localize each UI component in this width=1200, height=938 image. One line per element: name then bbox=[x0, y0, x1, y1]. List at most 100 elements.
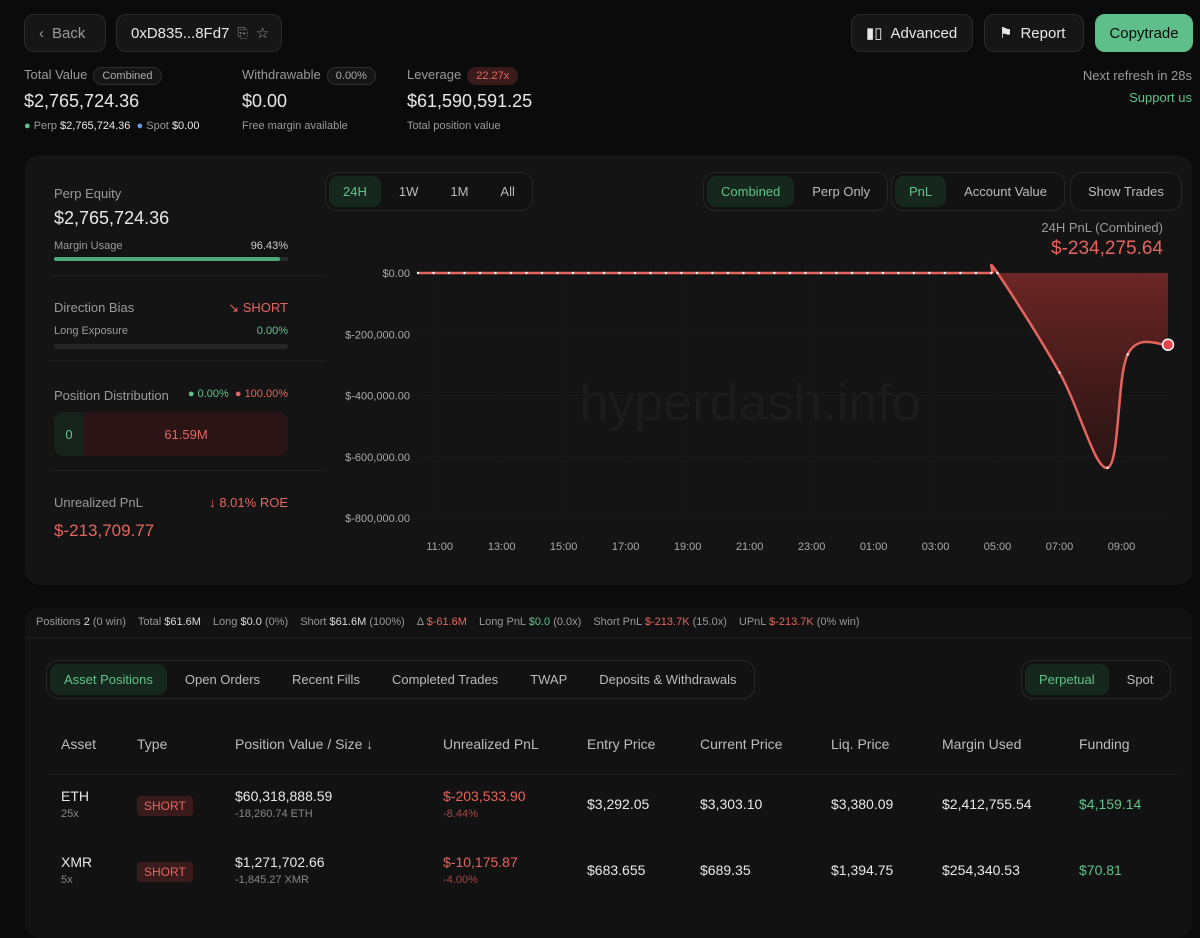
market-tabs: Perpetual Spot bbox=[1021, 660, 1172, 699]
asset-name[interactable]: XMR bbox=[61, 854, 92, 870]
data-point bbox=[912, 271, 916, 275]
positions-sub: (0 win) bbox=[92, 616, 126, 628]
long-pnl-label: Long PnL bbox=[478, 616, 526, 628]
x-tick-label: 07:00 bbox=[1046, 541, 1074, 553]
data-point bbox=[525, 271, 528, 275]
data-point bbox=[990, 271, 993, 275]
data-point bbox=[680, 271, 683, 275]
data-point bbox=[866, 271, 869, 275]
data-point bbox=[602, 271, 606, 275]
data-point bbox=[1126, 353, 1129, 356]
data-point bbox=[757, 271, 761, 275]
tab-open-orders[interactable]: Open Orders bbox=[171, 664, 274, 695]
data-point bbox=[618, 271, 621, 275]
data-point bbox=[416, 271, 420, 275]
short-pnl-sub: (15.0x) bbox=[692, 616, 727, 628]
y-tick-label: $-800,000.00 bbox=[345, 513, 410, 525]
data-point bbox=[463, 271, 466, 275]
positions-count: 2 bbox=[83, 616, 90, 628]
current-value: $689.35 bbox=[700, 862, 751, 878]
column-header[interactable]: Entry Price bbox=[587, 736, 655, 752]
column-header[interactable]: Position Value / Size ↓ bbox=[235, 736, 373, 752]
data-point bbox=[478, 271, 482, 275]
x-tick-label: 01:00 bbox=[860, 541, 888, 553]
data-point bbox=[494, 271, 497, 275]
data-point bbox=[897, 271, 900, 275]
delta-value: $-61.6M bbox=[426, 616, 467, 628]
data-point bbox=[819, 271, 823, 275]
data-point bbox=[850, 271, 854, 275]
asset-leverage: 5x bbox=[61, 874, 73, 886]
asset-name[interactable]: ETH bbox=[61, 788, 89, 804]
data-point bbox=[649, 271, 652, 275]
x-tick-label: 17:00 bbox=[612, 541, 640, 553]
data-point bbox=[742, 271, 745, 275]
data-point bbox=[556, 271, 559, 275]
data-point bbox=[974, 271, 978, 275]
tab-spot[interactable]: Spot bbox=[1113, 664, 1168, 695]
short-label: Short bbox=[300, 616, 327, 628]
current-value: $3,303.10 bbox=[700, 796, 763, 812]
data-point bbox=[695, 271, 699, 275]
liq-value: $3,380.09 bbox=[831, 796, 894, 812]
data-point bbox=[540, 271, 544, 275]
asset-leverage: 25x bbox=[61, 808, 79, 820]
short-sub: (100%) bbox=[369, 616, 405, 628]
column-header[interactable]: Liq. Price bbox=[831, 736, 889, 752]
entry-value: $683.655 bbox=[587, 862, 646, 878]
column-header[interactable]: Asset bbox=[61, 736, 96, 752]
tab-completed-trades[interactable]: Completed Trades bbox=[378, 664, 512, 695]
x-tick-label: 19:00 bbox=[674, 541, 702, 553]
data-point bbox=[835, 271, 838, 275]
unrealized-pnl: $-203,533.90 bbox=[443, 788, 526, 804]
long-pnl-sub: (0.0x) bbox=[553, 616, 582, 628]
data-point bbox=[1058, 371, 1061, 374]
pnl-chart: hyperdash.info$0.00$-200,000.00$-400,000… bbox=[345, 263, 1175, 553]
margin-value: $2,412,755.54 bbox=[942, 796, 1032, 812]
data-point bbox=[587, 271, 590, 275]
x-tick-label: 03:00 bbox=[922, 541, 950, 553]
unrealized-pnl-pct: -4.00% bbox=[443, 874, 478, 886]
tab-twap[interactable]: TWAP bbox=[516, 664, 581, 695]
x-tick-label: 05:00 bbox=[984, 541, 1012, 553]
position-type-badge: SHORT bbox=[137, 796, 193, 816]
upnl-stat-value: $-213.7K bbox=[769, 616, 814, 628]
long-sub: (0%) bbox=[264, 616, 289, 628]
position-size: -18,260.74 ETH bbox=[235, 808, 313, 820]
position-size: -1,845.27 XMR bbox=[235, 874, 309, 886]
column-header[interactable]: Current Price bbox=[700, 736, 782, 752]
data-point bbox=[726, 271, 730, 275]
position-type-badge: SHORT bbox=[137, 862, 193, 882]
column-header[interactable]: Funding bbox=[1079, 736, 1130, 752]
tab-deposits-withdrawals[interactable]: Deposits & Withdrawals bbox=[585, 664, 750, 695]
unrealized-pnl-pct: -8.44% bbox=[443, 808, 478, 820]
position-tabs: Asset Positions Open Orders Recent Fills… bbox=[46, 660, 755, 699]
funding-value: $70.81 bbox=[1079, 862, 1122, 878]
positions-label: Positions bbox=[36, 616, 81, 628]
column-header[interactable]: Unrealized PnL bbox=[443, 736, 539, 752]
funding-value: $4,159.14 bbox=[1079, 796, 1142, 812]
tab-perpetual[interactable]: Perpetual bbox=[1025, 664, 1109, 695]
column-header[interactable]: Margin Used bbox=[942, 736, 1021, 752]
data-point bbox=[1106, 466, 1109, 469]
long-pnl-value: $0.0 bbox=[528, 616, 551, 628]
data-point bbox=[432, 271, 435, 275]
long-value: $0.0 bbox=[240, 616, 262, 628]
x-tick-label: 11:00 bbox=[426, 541, 453, 553]
data-point bbox=[664, 271, 668, 275]
delta-label: Δ bbox=[416, 616, 424, 628]
short-value: $61.6M bbox=[329, 616, 367, 628]
data-point bbox=[571, 271, 575, 275]
tab-recent-fills[interactable]: Recent Fills bbox=[278, 664, 374, 695]
total-label: Total bbox=[137, 616, 162, 628]
long-label: Long bbox=[212, 616, 238, 628]
data-point bbox=[996, 271, 999, 275]
column-header[interactable]: Type bbox=[137, 736, 167, 752]
data-point bbox=[633, 271, 637, 275]
y-tick-label: $-600,000.00 bbox=[345, 452, 410, 464]
total-value-stat: $61.6M bbox=[164, 616, 201, 628]
position-value: $1,271,702.66 bbox=[235, 854, 325, 870]
tab-asset-positions[interactable]: Asset Positions bbox=[50, 664, 167, 695]
y-tick-label: $-200,000.00 bbox=[345, 329, 410, 341]
data-point bbox=[711, 271, 714, 275]
